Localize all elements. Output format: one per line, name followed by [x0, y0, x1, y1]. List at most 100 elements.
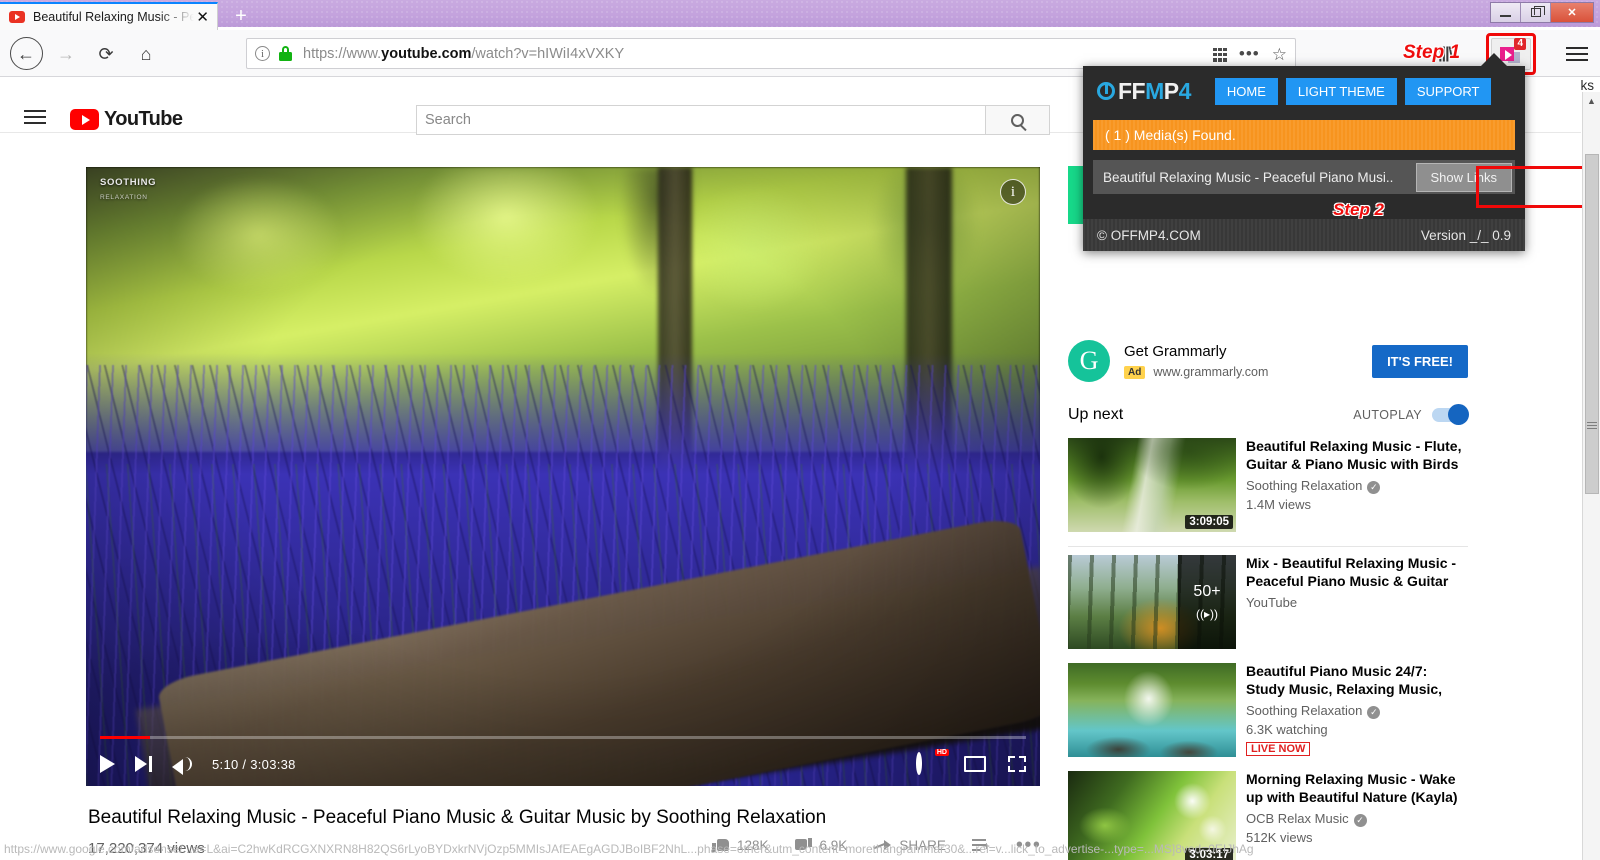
popup-support-button[interactable]: SUPPORT	[1405, 78, 1492, 105]
media-name: Beautiful Relaxing Music - Peaceful Pian…	[1093, 170, 1416, 185]
search-input[interactable]: Search	[416, 105, 986, 135]
verified-icon: ✓	[1354, 814, 1367, 827]
up-next-header: Up next AUTOPLAY	[1068, 396, 1468, 432]
suggested-video-title[interactable]: Morning Relaxing Music - Wake up with Be…	[1246, 771, 1468, 806]
theater-mode-button[interactable]	[964, 756, 986, 772]
video-thumbnail[interactable]: 3:09:05	[1068, 438, 1236, 532]
bookmark-star-icon[interactable]: ☆	[1272, 46, 1287, 63]
offmp4-circle-icon	[1097, 82, 1115, 100]
settings-button[interactable]: HD	[916, 755, 942, 773]
grammarly-logo-icon: G	[1068, 340, 1110, 382]
sidebar-ad[interactable]: G Get Grammarly Ad www.grammarly.com IT'…	[1068, 332, 1468, 396]
page-green-accent	[1068, 166, 1084, 224]
sidebar-column: G Get Grammarly Ad www.grammarly.com IT'…	[1068, 332, 1468, 860]
suggested-video-channel[interactable]: OCB Relax Music✓	[1246, 811, 1468, 827]
hd-badge: HD	[935, 749, 949, 756]
youtube-guide-menu-icon[interactable]	[24, 110, 46, 124]
suggested-video-item[interactable]: 50+ ((▸)) Mix - Beautiful Relaxing Music -…	[1068, 549, 1468, 657]
ad-cta-button[interactable]: IT'S FREE!	[1372, 345, 1468, 378]
offmp4-popup[interactable]: FFMP4 HOME LIGHT THEME SUPPORT ( 1 ) Med…	[1083, 66, 1525, 251]
video-thumbnail[interactable]: 50+ ((▸))	[1068, 555, 1236, 649]
play-button[interactable]	[100, 755, 115, 773]
youtube-play-icon	[70, 109, 99, 130]
youtube-search: Search	[416, 105, 1050, 135]
suggested-video-title[interactable]: Mix - Beautiful Relaxing Music - Peacefu…	[1246, 555, 1468, 590]
lock-icon	[279, 46, 292, 61]
popup-version: Version _/_ 0.9	[1421, 228, 1511, 243]
video-meta: Beautiful Piano Music 24/7: Study Music,…	[1246, 663, 1468, 757]
video-player[interactable]: SOOTHING RELAXATION i 5:10 / 3:03:38	[86, 167, 1040, 786]
youtube-favicon-icon	[9, 11, 25, 23]
popup-header: FFMP4 HOME LIGHT THEME SUPPORT	[1083, 66, 1525, 116]
home-button[interactable]: ⌂	[128, 36, 164, 72]
fullscreen-button[interactable]	[1008, 756, 1026, 772]
mix-badge: 50+ ((▸))	[1178, 555, 1236, 649]
window-minimize-button[interactable]	[1491, 3, 1521, 22]
youtube-logo-text: YouTube	[104, 108, 182, 131]
tab-title: Beautiful Relaxing Music - Pe	[33, 10, 194, 24]
browser-tab-active[interactable]: Beautiful Relaxing Music - Pe ✕	[0, 2, 218, 30]
channel-watermark: SOOTHING RELAXATION	[100, 177, 156, 203]
scrollbar-thumb[interactable]	[1585, 154, 1599, 494]
video-timestamp: 5:10 / 3:03:38	[212, 757, 296, 772]
reload-button[interactable]: ⟳	[88, 36, 124, 72]
page-actions-icon[interactable]: •••	[1239, 49, 1260, 59]
mix-count: 50+	[1193, 583, 1220, 601]
search-button[interactable]	[986, 105, 1050, 135]
media-found-banner: ( 1 ) Media(s) Found.	[1093, 120, 1515, 150]
autoplay-label: AUTOPLAY	[1353, 408, 1422, 422]
browser-menu-icon[interactable]	[1566, 47, 1588, 61]
autoplay-toggle[interactable]	[1432, 408, 1468, 422]
suggested-video-views: 1.4M views	[1246, 497, 1468, 512]
suggested-video-item[interactable]: Beautiful Piano Music 24/7: Study Music,…	[1068, 657, 1468, 765]
gear-icon	[916, 752, 922, 775]
back-arrow-icon: ←	[17, 45, 35, 63]
verified-icon: ✓	[1367, 481, 1380, 494]
page-scrollbar[interactable]: ▲	[1582, 92, 1600, 860]
popup-nav: HOME LIGHT THEME SUPPORT	[1215, 78, 1492, 105]
suggested-video-channel[interactable]: Soothing Relaxation✓	[1246, 478, 1468, 494]
back-button[interactable]: ←	[8, 36, 44, 72]
list-divider	[1068, 546, 1468, 547]
tab-close-icon[interactable]: ✕	[194, 10, 211, 25]
video-thumbnail[interactable]	[1068, 663, 1236, 757]
thumbnail-art	[1068, 663, 1236, 757]
site-info-icon[interactable]: i	[255, 46, 270, 61]
annotation-step-2: Step 2	[1333, 200, 1384, 220]
popup-home-button[interactable]: HOME	[1215, 78, 1278, 105]
window-close-button[interactable]: ✕	[1551, 3, 1593, 22]
status-bar-link: https://www.google.com/adsense/...a=L&ai…	[0, 838, 1581, 860]
suggested-video-title[interactable]: Beautiful Piano Music 24/7: Study Music,…	[1246, 663, 1468, 698]
popup-footer: © OFFMP4.COM Version _/_ 0.9	[1083, 219, 1525, 251]
url-text: https://www.youtube.com/watch?v=hIWiI4xV…	[303, 46, 624, 62]
suggested-video-channel[interactable]: Soothing Relaxation✓	[1246, 703, 1468, 719]
suggested-video-item[interactable]: 3:09:05 Beautiful Relaxing Music - Flute,…	[1068, 432, 1468, 540]
new-tab-button[interactable]: +	[228, 4, 254, 28]
video-meta: Beautiful Relaxing Music - Flute, Guitar…	[1246, 438, 1468, 532]
nav-buttons: ← → ⟳ ⌂	[0, 30, 164, 77]
volume-button[interactable]	[172, 756, 192, 772]
ad-url: www.grammarly.com	[1153, 365, 1268, 379]
mix-radio-icon: ((▸))	[1196, 607, 1218, 621]
next-video-button[interactable]	[135, 756, 152, 772]
youtube-logo[interactable]: YouTube	[70, 108, 182, 131]
forward-button[interactable]: →	[48, 36, 84, 72]
progress-bar[interactable]	[100, 736, 1026, 739]
suggested-video-views: 6.3K watching	[1246, 722, 1468, 737]
suggested-video-title[interactable]: Beautiful Relaxing Music - Flute, Guitar…	[1246, 438, 1468, 473]
video-frame	[86, 167, 1040, 786]
ad-badge: Ad	[1124, 366, 1145, 379]
popup-light-theme-button[interactable]: LIGHT THEME	[1286, 78, 1397, 105]
annotation-step-1: Step 1	[1403, 42, 1460, 64]
extension-badge-count: 4	[1514, 38, 1526, 50]
address-bar[interactable]: i https://www.youtube.com/watch?v=hIWiI4…	[246, 38, 1296, 69]
popup-copyright: © OFFMP4.COM	[1097, 228, 1201, 243]
live-now-badge: LIVE NOW	[1246, 742, 1310, 756]
qr-code-icon[interactable]	[1213, 48, 1227, 62]
suggested-video-channel[interactable]: YouTube	[1246, 595, 1468, 610]
window-controls[interactable]: ✕	[1490, 2, 1594, 23]
video-duration: 3:09:05	[1185, 515, 1233, 529]
scroll-up-arrow-icon[interactable]: ▲	[1583, 92, 1600, 110]
window-maximize-button[interactable]	[1521, 3, 1551, 22]
video-info-icon[interactable]: i	[1000, 179, 1026, 205]
